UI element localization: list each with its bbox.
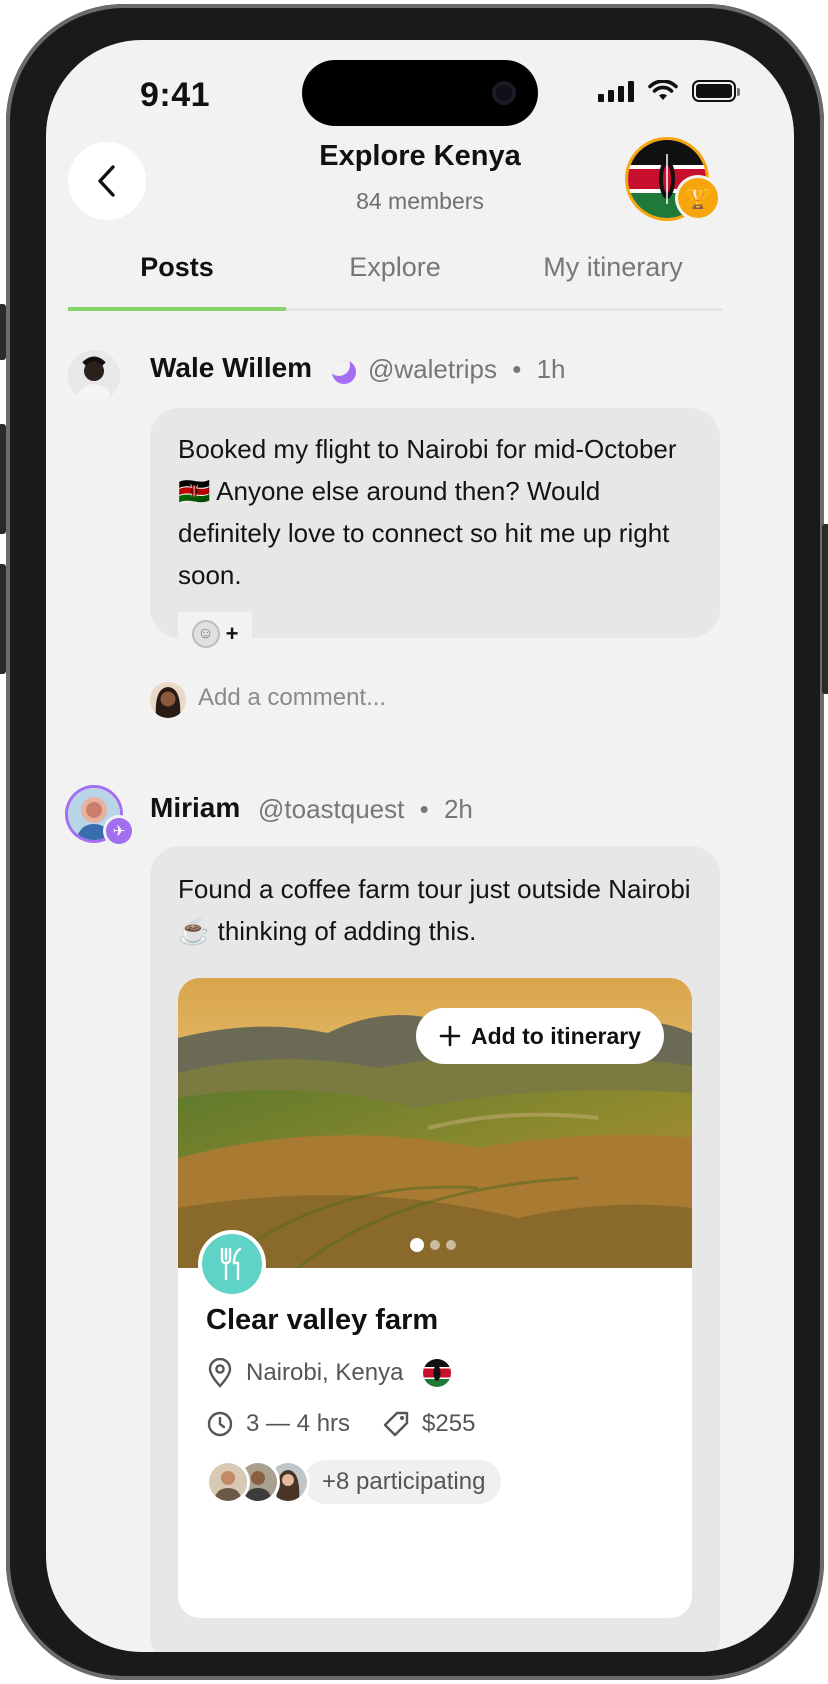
mute-switch: [0, 304, 6, 360]
screen: 9:41 Explore Kenya 84 members 🏆 Posts Ex…: [46, 40, 794, 1652]
post-meta: @waletrips • 1h: [368, 354, 565, 385]
post-handle[interactable]: @waletrips: [368, 354, 497, 384]
participating-count: +8 participating: [304, 1460, 502, 1504]
post-author[interactable]: Wale Willem: [150, 352, 312, 384]
add-to-itinerary-label: Add to itinerary: [471, 1022, 641, 1049]
comment-input[interactable]: Add a comment...: [198, 684, 386, 712]
tab-posts[interactable]: Posts: [68, 250, 286, 311]
location-text: Nairobi, Kenya: [246, 1359, 404, 1386]
post-handle[interactable]: @toastquest: [258, 794, 404, 824]
plane-badge-icon: ✈: [106, 818, 132, 844]
card-title: Clear valley farm: [206, 1304, 439, 1336]
location-pin-icon: [208, 1358, 232, 1388]
volume-down-button: [0, 564, 6, 674]
pagination-dot[interactable]: [430, 1240, 440, 1250]
duration-text: 3 — 4 hrs: [246, 1410, 351, 1437]
post-text: Found a coffee farm tour just outside Na…: [178, 874, 691, 946]
price-tag-icon: [383, 1411, 409, 1437]
participant-avatar: [206, 1460, 250, 1504]
smiley-icon: ☺: [191, 620, 220, 648]
post-author[interactable]: Miriam: [150, 792, 240, 824]
details-row: 3 — 4 hrs $255: [206, 1410, 475, 1438]
post-time: 2h: [443, 794, 473, 824]
wifi-icon: [648, 80, 678, 100]
camera-icon: [492, 81, 516, 105]
phone-frame: 9:41 Explore Kenya 84 members 🏆 Posts Ex…: [0, 4, 828, 1680]
power-button: [822, 524, 828, 694]
image-pagination[interactable]: [410, 1238, 456, 1252]
avatar-wale[interactable]: [68, 350, 120, 402]
clock-icon: [207, 1411, 233, 1437]
status-time: 9:41: [140, 76, 211, 114]
tab-my-itinerary[interactable]: My itinerary: [504, 250, 722, 308]
post-bubble: Booked my flight to Nairobi for mid-Octo…: [150, 408, 720, 638]
post-time: 1h: [536, 354, 566, 384]
price-text: $255: [422, 1410, 476, 1437]
meta-separator: •: [512, 354, 522, 384]
pagination-dot[interactable]: [446, 1240, 456, 1250]
restaurant-icon: [202, 1234, 262, 1294]
battery-icon: [692, 80, 740, 102]
post-meta: @toastquest • 2h: [258, 794, 473, 825]
add-to-itinerary-button[interactable]: Add to itinerary: [416, 1008, 664, 1064]
tab-explore[interactable]: Explore: [286, 250, 504, 308]
tab-bar: Posts Explore My itinerary: [68, 250, 722, 311]
kenya-flag-icon: [423, 1359, 452, 1387]
volume-up-button: [0, 424, 6, 534]
participants[interactable]: +8 participating: [206, 1460, 502, 1504]
add-reaction-button[interactable]: ☺ +: [178, 612, 252, 656]
signal-icon: [598, 80, 634, 102]
reaction-plus: +: [225, 621, 239, 646]
status-icons: [598, 80, 740, 102]
dynamic-island: [302, 60, 538, 126]
pagination-dot[interactable]: [410, 1238, 424, 1252]
post-text: Booked my flight to Nairobi for mid-Octo…: [178, 434, 677, 590]
location-row: Nairobi, Kenya: [206, 1358, 452, 1388]
moon-badge-icon: [332, 360, 356, 384]
trophy-icon: 🏆: [678, 178, 718, 218]
plus-icon: [439, 1025, 461, 1047]
activity-card[interactable]: Add to itinerary Clear valley farm Nairo…: [178, 978, 692, 1618]
current-user-avatar: [150, 682, 186, 718]
meta-separator: •: [419, 794, 429, 824]
